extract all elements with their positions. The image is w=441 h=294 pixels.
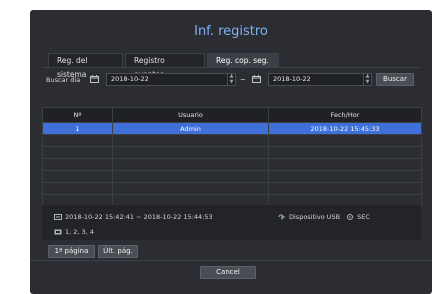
log-info-dialog: Inf. registro Reg. del sistema Registro …: [30, 10, 432, 294]
footer-divider: [30, 260, 432, 261]
camera-icon: [54, 229, 62, 235]
backup-info-panel: 2018-10-22 15:42:41 ~ 2018-10-22 15:44:5…: [42, 205, 421, 240]
clock-icon: [54, 214, 62, 220]
start-date-spinner[interactable]: ▲ ▼: [227, 73, 235, 85]
table-row-empty: [42, 170, 422, 183]
time-range-row: 2018-10-22 15:42:41 ~ 2018-10-22 15:44:5…: [54, 213, 213, 221]
tab-bar: Reg. del sistema Registro eventos Reg. c…: [48, 53, 281, 79]
tab-backup-log[interactable]: Reg. cop. seg.: [207, 53, 279, 67]
table-row-empty: [42, 182, 422, 195]
row-datetime: 2018-10-22 15:45:33: [268, 122, 422, 135]
search-bar: Buscar día 2018-10-22 ▲ ▼ ~ 2018-10-22 ▲ ▼…: [42, 73, 422, 87]
table-row-empty: [42, 158, 422, 171]
column-header-number[interactable]: Nº: [42, 107, 113, 123]
channels-row: 1, 2, 3, 4: [54, 228, 94, 236]
tab-event-log[interactable]: Registro eventos: [125, 53, 205, 79]
search-day-label: Buscar día: [46, 76, 81, 84]
time-range-text: 2018-10-22 15:42:41 ~ 2018-10-22 15:44:5…: [65, 213, 213, 221]
format-text: SEC: [357, 213, 370, 221]
table-row[interactable]: 1 Admin 2018-10-22 15:45:33: [42, 122, 422, 135]
disc-icon: [346, 214, 354, 220]
end-date-field[interactable]: 2018-10-22 ▲ ▼: [268, 73, 372, 86]
table-row-empty: [42, 146, 422, 159]
last-page-button[interactable]: Últ. pág.: [98, 245, 138, 258]
cancel-button[interactable]: Cancel: [200, 266, 256, 279]
table-row-empty: [42, 134, 422, 147]
start-date-field[interactable]: 2018-10-22 ▲ ▼: [106, 73, 236, 86]
channels-text: 1, 2, 3, 4: [65, 228, 94, 236]
tab-divider: [42, 67, 420, 68]
end-date-spinner[interactable]: ▲ ▼: [363, 73, 371, 85]
start-date-value: 2018-10-22: [111, 75, 149, 83]
dialog-title: Inf. registro: [194, 24, 268, 39]
device-row: Dispositivo USB SEC: [278, 213, 370, 221]
usb-icon: [278, 214, 286, 220]
date-range-separator: ~: [240, 76, 246, 84]
device-text: Dispositivo USB: [289, 213, 341, 221]
column-header-user[interactable]: Usuario: [112, 107, 269, 123]
search-button[interactable]: Buscar: [376, 73, 414, 86]
calendar-icon[interactable]: [90, 75, 99, 83]
first-page-button[interactable]: 1ª página: [48, 245, 95, 258]
row-user: Admin: [112, 122, 269, 135]
log-table: Nº Usuario Fech/Hor 1 Admin 2018-10-22 1…: [42, 107, 422, 207]
column-header-datetime[interactable]: Fech/Hor: [268, 107, 422, 123]
calendar-icon[interactable]: [252, 75, 261, 83]
end-date-value: 2018-10-22: [273, 75, 311, 83]
row-number: 1: [42, 122, 113, 135]
tab-system-log[interactable]: Reg. del sistema: [48, 53, 123, 79]
